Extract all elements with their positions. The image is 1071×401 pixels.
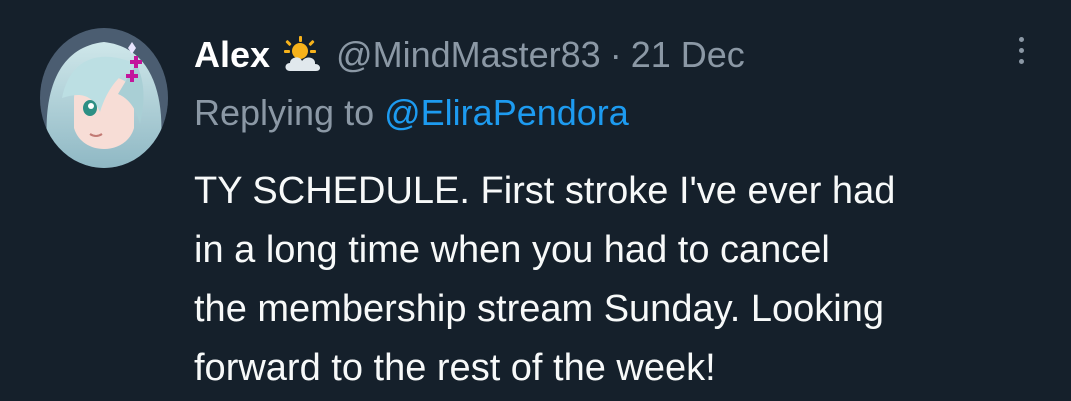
more-vertical-icon[interactable] [1008, 30, 1034, 70]
tweet-text-line: in a long time when you had to cancel [194, 229, 830, 271]
user-handle[interactable]: @MindMaster83 [336, 34, 601, 76]
tweet-date[interactable]: 21 Dec [631, 34, 745, 76]
separator-dot: · [609, 34, 622, 75]
sun-behind-cloud-icon [280, 35, 324, 75]
replying-to: Replying to @EliraPendora [194, 92, 629, 134]
tweet-text-line: the membership stream Sunday. Looking [194, 288, 884, 330]
more-dot [1018, 36, 1024, 42]
tweet-header: Alex @MindMaster83 · 21 Dec [194, 30, 745, 80]
tweet-text-line: TY SCHEDULE. First stroke I've ever had [194, 170, 896, 212]
more-dot [1018, 47, 1024, 53]
avatar[interactable] [40, 28, 168, 168]
tweet-text: TY SCHEDULE. First stroke I've ever had … [194, 162, 1054, 398]
reply-mention-link[interactable]: @EliraPendora [384, 92, 629, 133]
tweet-text-line: forward to the rest of the week! [194, 347, 716, 389]
display-name[interactable]: Alex [194, 34, 270, 76]
tweet[interactable]: Alex @MindMaster83 · 21 Dec Replying to … [0, 0, 1071, 401]
replying-to-label: Replying to [194, 92, 375, 133]
avatar-image [40, 28, 168, 168]
more-dot [1018, 58, 1024, 64]
